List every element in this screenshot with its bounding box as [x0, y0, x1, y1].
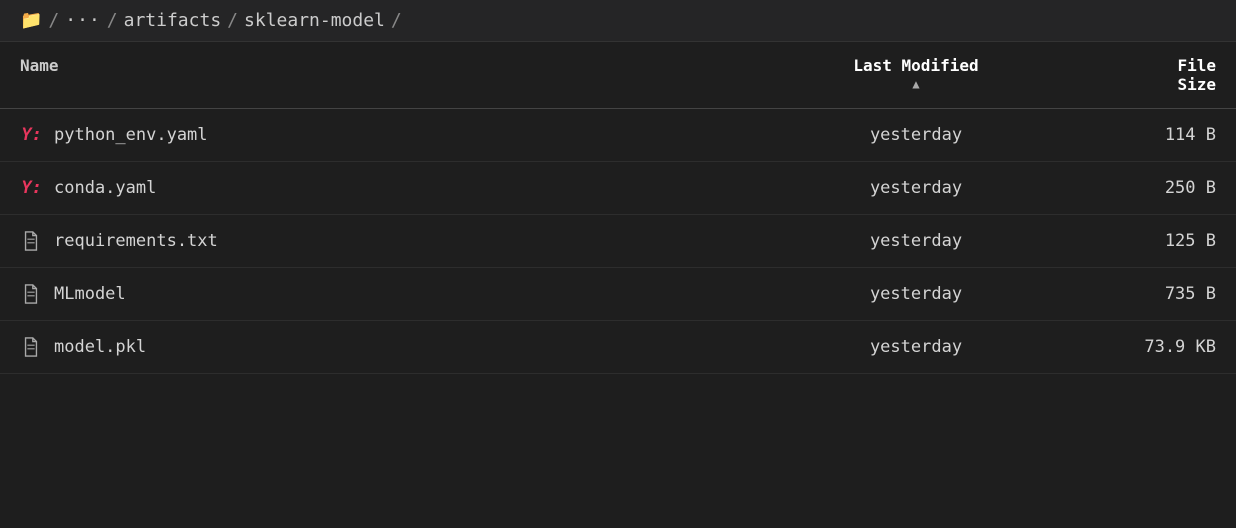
column-header-modified[interactable]: Last Modified ▲: [776, 42, 1056, 108]
table-row[interactable]: model.pkl yesterday73.9 KB: [0, 321, 1236, 374]
doc-icon: [20, 231, 42, 251]
doc-icon: [20, 284, 42, 304]
table-row[interactable]: MLmodel yesterday735 B: [0, 268, 1236, 321]
breadcrumb-ellipsis[interactable]: ···: [65, 10, 101, 31]
file-name-cell: requirements.txt: [0, 219, 776, 263]
doc-icon: [20, 337, 42, 357]
column-header-name: Name: [0, 42, 776, 108]
sort-arrow-icon: ▲: [912, 77, 919, 91]
breadcrumb-sep-4: /: [391, 10, 402, 31]
file-modified: yesterday: [776, 166, 1056, 210]
breadcrumb: 📁 / ··· / artifacts / sklearn-model /: [0, 0, 1236, 42]
yaml-icon: Y:: [20, 125, 42, 145]
breadcrumb-sep-1: /: [48, 10, 59, 31]
yaml-icon: Y:: [20, 178, 42, 198]
table-header: Name Last Modified ▲ File Size: [0, 42, 1236, 109]
file-size: 114 B: [1056, 113, 1236, 157]
file-list: Y:python_env.yamlyesterday114 BY:conda.y…: [0, 109, 1236, 374]
table-row[interactable]: Y: python_env.yaml yesterday114 B: [0, 109, 1236, 162]
breadcrumb-folder-icon: 📁: [20, 10, 42, 31]
breadcrumb-sep-3: /: [227, 10, 238, 31]
breadcrumb-sep-2: /: [107, 10, 118, 31]
table-row[interactable]: requirements.txt yesterday125 B: [0, 215, 1236, 268]
file-name[interactable]: python_env.yaml: [54, 125, 208, 145]
column-header-size: File Size: [1056, 42, 1236, 108]
file-modified: yesterday: [776, 272, 1056, 316]
file-name[interactable]: conda.yaml: [54, 178, 156, 198]
file-name[interactable]: model.pkl: [54, 337, 146, 357]
breadcrumb-artifacts[interactable]: artifacts: [124, 10, 222, 31]
file-name-cell: model.pkl: [0, 325, 776, 369]
file-name-cell: Y: python_env.yaml: [0, 113, 776, 157]
file-name[interactable]: MLmodel: [54, 284, 126, 304]
file-modified: yesterday: [776, 113, 1056, 157]
file-modified: yesterday: [776, 219, 1056, 263]
file-name-cell: MLmodel: [0, 272, 776, 316]
breadcrumb-sklearn-model[interactable]: sklearn-model: [244, 10, 385, 31]
file-modified: yesterday: [776, 325, 1056, 369]
file-size: 125 B: [1056, 219, 1236, 263]
file-size: 735 B: [1056, 272, 1236, 316]
table-row[interactable]: Y: conda.yaml yesterday250 B: [0, 162, 1236, 215]
file-name-cell: Y: conda.yaml: [0, 166, 776, 210]
file-size: 250 B: [1056, 166, 1236, 210]
file-name[interactable]: requirements.txt: [54, 231, 218, 251]
file-size: 73.9 KB: [1056, 325, 1236, 369]
